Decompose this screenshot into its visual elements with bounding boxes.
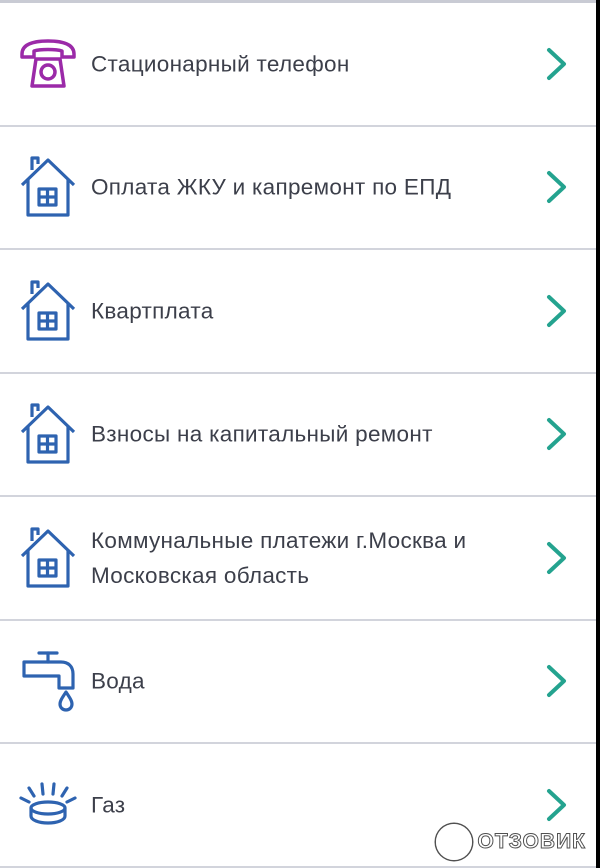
chevron-right-icon [547,541,566,574]
list-item-housing-epd[interactable]: Оплата ЖКУ и капремонт по ЕПД [0,127,600,250]
house-icon [18,280,78,341]
list-item-label: Взносы на капитальный ремонт [91,421,433,447]
list-item-rent[interactable]: Квартплата [0,250,600,374]
chevron-right-icon [547,171,566,204]
chevron-right-icon [547,294,566,327]
chevron-right-icon [547,47,566,80]
list-item-label: Стационарный телефон [91,51,350,77]
watermark-logo-icon [435,824,472,860]
screen-edge [596,0,600,868]
chevron-right-icon [547,418,566,451]
watermark-text: ОТЗОВИК [477,830,586,854]
house-icon [18,527,78,588]
list-item-capital-repair[interactable]: Взносы на капитальный ремонт [0,374,600,497]
house-icon [18,156,78,217]
list-item-water[interactable]: Вода [0,621,600,744]
gas-burner-icon [18,775,78,835]
list-item-landline-phone[interactable]: Стационарный телефон [0,3,600,127]
list-item-label: Вода [91,668,145,694]
chevron-right-icon [547,788,566,821]
water-tap-icon [18,651,78,712]
otzovik-watermark: ОТЗОВИК [435,824,586,860]
house-icon [18,403,78,464]
list-item-label: Квартплата [91,298,214,324]
list-item-label: Газ [91,792,126,818]
landline-phone-icon [18,34,78,94]
list-item-label: Оплата ЖКУ и капремонт по ЕПД [91,174,452,200]
list-item-utilities-moscow[interactable]: Коммунальные платежи г.Москва и Московск… [0,497,600,621]
list-item-label: Коммунальные платежи г.Москва и Московск… [91,527,467,588]
payment-category-list: Стационарный телефон Оплата ЖКУ и капрем… [0,3,600,868]
chevron-right-icon [547,665,566,698]
